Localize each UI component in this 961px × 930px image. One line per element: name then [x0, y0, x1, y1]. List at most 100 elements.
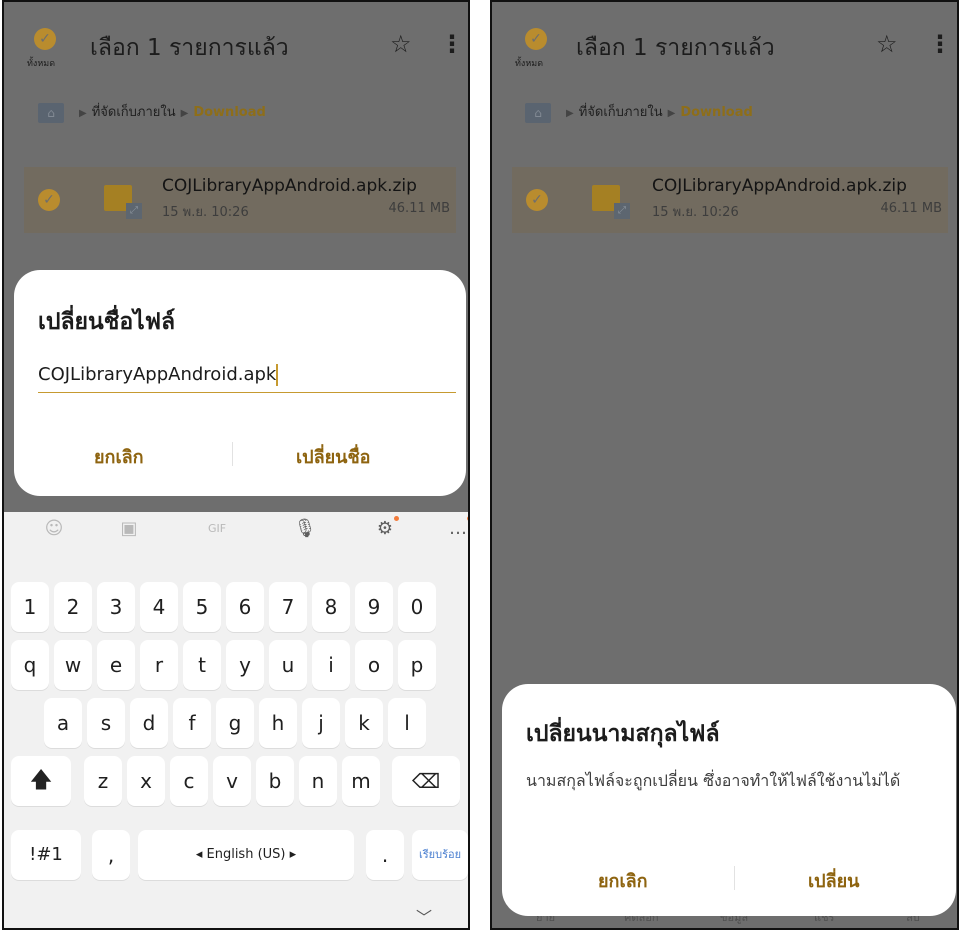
change-button[interactable]: เปลี่ยน — [808, 866, 859, 895]
breadcrumb: ⌂ ▶ ที่จัดเก็บภายใน ▶ Download — [38, 101, 266, 123]
key-d[interactable]: d — [130, 698, 168, 748]
key-0[interactable]: 0 — [398, 582, 436, 632]
cancel-button[interactable]: ยกเลิก — [94, 442, 144, 471]
dialog-title: เปลี่ยนนามสกุลไฟล์ — [526, 721, 720, 747]
symbols-key[interactable]: !#1 — [11, 830, 81, 880]
chevron-right-icon: ▶ — [566, 108, 574, 119]
key-7[interactable]: 7 — [269, 582, 307, 632]
key-p[interactable]: p — [398, 640, 436, 690]
key-6[interactable]: 6 — [226, 582, 264, 632]
breadcrumb-download[interactable]: Download — [680, 105, 752, 120]
mic-icon[interactable]: 🎙 — [285, 518, 325, 539]
file-checkbox[interactable]: ✓ — [526, 189, 548, 211]
button-divider — [232, 442, 233, 466]
zip-badge-icon: ⤢ — [614, 203, 630, 219]
key-3[interactable]: 3 — [97, 582, 135, 632]
select-all-checkbox[interactable]: ✓ — [34, 28, 56, 50]
key-9[interactable]: 9 — [355, 582, 393, 632]
emoji-icon[interactable]: ☺ — [34, 518, 74, 539]
select-all-label: ทั้งหมด — [27, 59, 56, 69]
zip-folder-icon: ⤢ — [104, 185, 142, 219]
key-k[interactable]: k — [345, 698, 383, 748]
sticker-icon[interactable]: ▣ — [109, 518, 149, 539]
key-e[interactable]: e — [97, 640, 135, 690]
cancel-button[interactable]: ยกเลิก — [598, 866, 648, 895]
rename-screen: ✓ ทั้งหมด เลือก 1 รายการแล้ว ☆ ⋮ ⌂ ▶ ที่จั… — [2, 0, 470, 930]
home-icon[interactable]: ⌂ — [38, 102, 64, 123]
key-4[interactable]: 4 — [140, 582, 178, 632]
key-q[interactable]: q — [11, 640, 49, 690]
comma-key[interactable]: , — [92, 830, 130, 880]
key-v[interactable]: v — [213, 756, 251, 806]
settings-icon[interactable]: ⚙ — [365, 516, 405, 539]
notification-dot — [467, 516, 468, 521]
key-a[interactable]: a — [44, 698, 82, 748]
breadcrumb-storage[interactable]: ที่จัดเก็บภายใน — [92, 105, 176, 120]
file-name-input[interactable]: COJLibraryAppAndroid.apk — [38, 358, 456, 393]
breadcrumb-storage[interactable]: ที่จัดเก็บภายใน — [579, 105, 663, 120]
selection-title: เลือก 1 รายการแล้ว — [90, 35, 289, 61]
key-8[interactable]: 8 — [312, 582, 350, 632]
chevron-right-icon: ▶ — [79, 108, 87, 119]
space-key[interactable]: ◂ English (US) ▸ — [138, 830, 354, 880]
key-5[interactable]: 5 — [183, 582, 221, 632]
collapse-keyboard-icon[interactable]: ﹀ — [416, 904, 432, 928]
key-w[interactable]: w — [54, 640, 92, 690]
file-name: COJLibraryAppAndroid.apk.zip — [652, 176, 907, 196]
file-date: 15 พ.ย. 10:26 — [162, 205, 249, 220]
change-extension-dialog: เปลี่ยนนามสกุลไฟล์ นามสกุลไฟล์จะถูกเปลี่… — [502, 684, 956, 916]
key-b[interactable]: b — [256, 756, 294, 806]
key-u[interactable]: u — [269, 640, 307, 690]
key-r[interactable]: r — [140, 640, 178, 690]
key-y[interactable]: y — [226, 640, 264, 690]
key-g[interactable]: g — [216, 698, 254, 748]
more-options-icon[interactable]: ⋮ — [928, 30, 952, 58]
breadcrumb: ⌂ ▶ ที่จัดเก็บภายใน ▶ Download — [525, 101, 753, 123]
home-icon[interactable]: ⌂ — [525, 102, 551, 123]
key-n[interactable]: n — [299, 756, 337, 806]
notification-dot — [394, 516, 399, 521]
selection-header: ✓ ทั้งหมด เลือก 1 รายการแล้ว ☆ ⋮ — [4, 2, 468, 84]
gif-icon[interactable]: GIF — [197, 522, 237, 535]
rename-dialog: เปลี่ยนชื่อไฟล์ COJLibraryAppAndroid.apk… — [14, 270, 466, 496]
selection-header: ✓ ทั้งหมด เลือก 1 รายการแล้ว ☆ ⋮ — [492, 2, 957, 84]
shift-icon[interactable]: 🡅 — [11, 756, 71, 806]
key-j[interactable]: j — [302, 698, 340, 748]
select-all-checkbox[interactable]: ✓ — [525, 28, 547, 50]
key-h[interactable]: h — [259, 698, 297, 748]
dialog-title: เปลี่ยนชื่อไฟล์ — [38, 309, 176, 335]
key-s[interactable]: s — [87, 698, 125, 748]
key-c[interactable]: c — [170, 756, 208, 806]
key-i[interactable]: i — [312, 640, 350, 690]
key-f[interactable]: f — [173, 698, 211, 748]
key-z[interactable]: z — [84, 756, 122, 806]
period-key[interactable]: . — [366, 830, 404, 880]
key-l[interactable]: l — [388, 698, 426, 748]
key-o[interactable]: o — [355, 640, 393, 690]
breadcrumb-download[interactable]: Download — [193, 105, 265, 120]
key-2[interactable]: 2 — [54, 582, 92, 632]
star-icon[interactable]: ☆ — [876, 30, 898, 58]
more-options-icon[interactable]: ⋮ — [440, 30, 464, 58]
file-checkbox[interactable]: ✓ — [38, 189, 60, 211]
keyboard-more-icon[interactable]: … — [438, 516, 468, 539]
zip-folder-icon: ⤢ — [592, 185, 630, 219]
gif-label: GIF — [207, 522, 227, 535]
file-list-item[interactable]: ✓ ⤢ COJLibraryAppAndroid.apk.zip 15 พ.ย.… — [24, 167, 456, 233]
file-list-item[interactable]: ✓ ⤢ COJLibraryAppAndroid.apk.zip 15 พ.ย.… — [512, 167, 948, 233]
select-all-label: ทั้งหมด — [515, 59, 544, 69]
star-icon[interactable]: ☆ — [390, 30, 412, 58]
backspace-icon[interactable]: ⌫ — [392, 756, 460, 806]
text-cursor — [276, 364, 278, 386]
chevron-right-icon: ▶ — [667, 108, 676, 119]
zip-badge-icon: ⤢ — [126, 203, 142, 219]
key-1[interactable]: 1 — [11, 582, 49, 632]
key-m[interactable]: m — [342, 756, 380, 806]
key-x[interactable]: x — [127, 756, 165, 806]
key-t[interactable]: t — [183, 640, 221, 690]
extension-warning-screen: ✓ ทั้งหมด เลือก 1 รายการแล้ว ☆ ⋮ ⌂ ▶ ที่จั… — [490, 0, 959, 930]
file-size: 46.11 MB — [388, 201, 450, 216]
done-key[interactable]: เรียบร้อย — [412, 830, 468, 880]
chevron-right-icon: ▶ — [180, 108, 189, 119]
rename-button[interactable]: เปลี่ยนชื่อ — [296, 442, 371, 471]
